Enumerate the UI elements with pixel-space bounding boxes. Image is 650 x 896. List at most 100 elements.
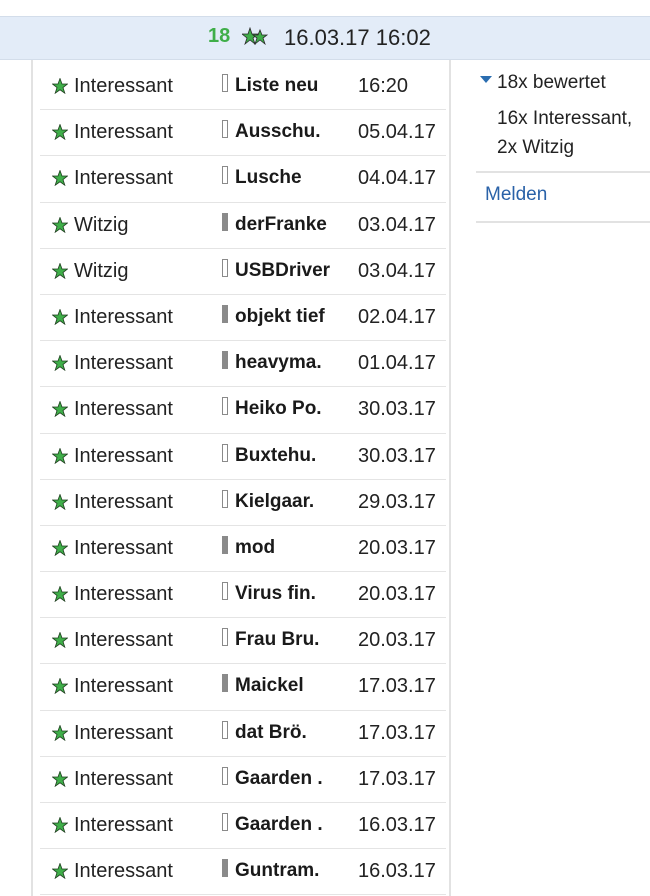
user-status-icon: [222, 212, 228, 231]
post-header-bar: 18 16.03.17 16:02: [0, 16, 650, 60]
star-icon: [51, 446, 69, 464]
user-link[interactable]: Frau Bru.: [235, 629, 319, 651]
user-link[interactable]: Guntram.: [235, 860, 319, 882]
star-icon: [51, 539, 69, 557]
rating-type: Interessant: [74, 398, 173, 421]
user-status-icon: [222, 720, 228, 739]
rating-row: Interessant Gaarden . 16.03.17: [40, 803, 446, 850]
user-link[interactable]: objekt tief: [235, 306, 325, 328]
ratings-summary-detail: 16x Interessant, 2x Witzig: [497, 104, 647, 162]
rating-row: Witzig derFranke 03.04.17: [40, 203, 446, 249]
rating-type: Interessant: [74, 583, 173, 606]
star-icon: [51, 123, 69, 141]
user-status-icon: [222, 859, 228, 878]
ratings-summary-toggle[interactable]: 18x bewertet: [476, 64, 650, 93]
rating-type: Interessant: [74, 352, 173, 375]
rating-date: 16:20: [358, 75, 409, 97]
user-link[interactable]: mod: [235, 537, 275, 559]
user-link[interactable]: heavyma.: [235, 352, 322, 374]
star-icon: [51, 585, 69, 603]
rating-type: Interessant: [74, 629, 173, 652]
user-status-icon: [222, 351, 228, 370]
rating-date: 16.03.17: [358, 814, 436, 836]
rating-date: 17.03.17: [358, 675, 436, 698]
user-link[interactable]: Buxtehu.: [235, 445, 316, 467]
rating-date: 30.03.17: [358, 444, 436, 467]
rating-type: Witzig: [74, 259, 129, 282]
rating-row: Interessant Virus fin. 20.03.17: [40, 572, 446, 619]
star-icon: [51, 77, 69, 95]
user-status-icon: [222, 304, 228, 323]
user-link[interactable]: USBDriver: [235, 260, 330, 282]
user-status-icon: [222, 766, 228, 785]
report-link[interactable]: Melden: [485, 184, 547, 206]
rating-type: Interessant: [74, 121, 173, 144]
rating-row: Witzig USBDriver 03.04.17: [40, 249, 446, 295]
star-icon: [51, 770, 69, 788]
rating-type: Witzig: [74, 213, 129, 236]
rating-row: Interessant Buxtehu. 30.03.17: [40, 434, 446, 480]
rating-date: 17.03.17: [358, 721, 436, 744]
summary-line-interessant: 16x Interessant,: [497, 108, 633, 129]
star-icon: [51, 308, 69, 326]
rating-count[interactable]: 18: [208, 25, 230, 48]
triangle-down-icon: [480, 76, 492, 83]
star-icon: [51, 816, 69, 834]
ratings-sidebar: 18x bewertet 16x Interessant, 2x Witzig …: [476, 64, 650, 223]
user-status-icon: [222, 74, 228, 92]
rating-date: 20.03.17: [358, 536, 436, 559]
star-icon: [51, 354, 69, 372]
star-icon: [51, 169, 69, 187]
user-link[interactable]: Maickel: [235, 675, 304, 697]
star-icon: [51, 400, 69, 418]
rating-row: Interessant Gaarden . 17.03.17: [40, 757, 446, 803]
rating-type: Interessant: [74, 814, 173, 836]
rating-date: 20.03.17: [358, 629, 436, 652]
user-link[interactable]: Heiko Po.: [235, 398, 322, 420]
user-status-icon: [222, 258, 228, 277]
user-status-icon: [222, 535, 228, 554]
user-link[interactable]: Gaarden .: [235, 814, 323, 836]
rating-type: Interessant: [74, 675, 173, 698]
user-status-icon: [222, 813, 228, 831]
user-link[interactable]: Lusche: [235, 167, 302, 189]
ratings-summary-label: 18x bewertet: [497, 72, 606, 93]
user-link[interactable]: dat Brö.: [235, 722, 307, 744]
star-icon: [51, 215, 69, 233]
star-icon: [51, 631, 69, 649]
user-status-icon: [222, 582, 228, 601]
star-icon: [51, 677, 69, 695]
rating-type: Interessant: [74, 767, 173, 790]
ratings-list: Interessant Liste neu 16:20 Interessant Auss…: [40, 64, 446, 896]
rating-date: 02.04.17: [358, 305, 436, 328]
user-link[interactable]: Gaarden .: [235, 768, 323, 790]
rating-row: Interessant heavyma. 01.04.17: [40, 341, 446, 388]
user-status-icon: [222, 120, 228, 139]
rating-row: Interessant Heiko Po. 30.03.17: [40, 387, 446, 434]
rating-row: Interessant Kielgaar. 29.03.17: [40, 480, 446, 526]
rating-row: Interessant Frau Bru. 20.03.17: [40, 618, 446, 665]
rating-date: 16.03.17: [358, 860, 436, 883]
double-star-icon: [242, 27, 268, 46]
rating-date: 01.04.17: [358, 352, 436, 375]
divider: [476, 171, 650, 173]
user-status-icon: [222, 489, 228, 508]
post-datetime: 16.03.17 16:02: [284, 25, 431, 50]
star-icon: [51, 723, 69, 741]
user-link[interactable]: derFranke: [235, 214, 327, 236]
rating-row: Interessant Liste neu 16:20: [40, 64, 446, 111]
user-link[interactable]: Virus fin.: [235, 583, 316, 605]
user-link[interactable]: Liste neu: [235, 75, 318, 97]
star-icon: [51, 862, 69, 880]
rating-date: 05.04.17: [358, 121, 436, 144]
rating-date: 30.03.17: [358, 398, 436, 421]
user-link[interactable]: Ausschu.: [235, 121, 321, 143]
rating-type: Interessant: [74, 721, 173, 744]
rating-row: Interessant Lusche 04.04.17: [40, 156, 446, 203]
rating-row: Interessant Maickel 17.03.17: [40, 664, 446, 711]
user-link[interactable]: Kielgaar.: [235, 491, 314, 513]
rating-row: Interessant Guntram. 16.03.17: [40, 849, 446, 896]
user-status-icon: [222, 397, 228, 416]
rating-row: Interessant Ausschu. 05.04.17: [40, 110, 446, 157]
rating-type: Interessant: [74, 167, 173, 190]
